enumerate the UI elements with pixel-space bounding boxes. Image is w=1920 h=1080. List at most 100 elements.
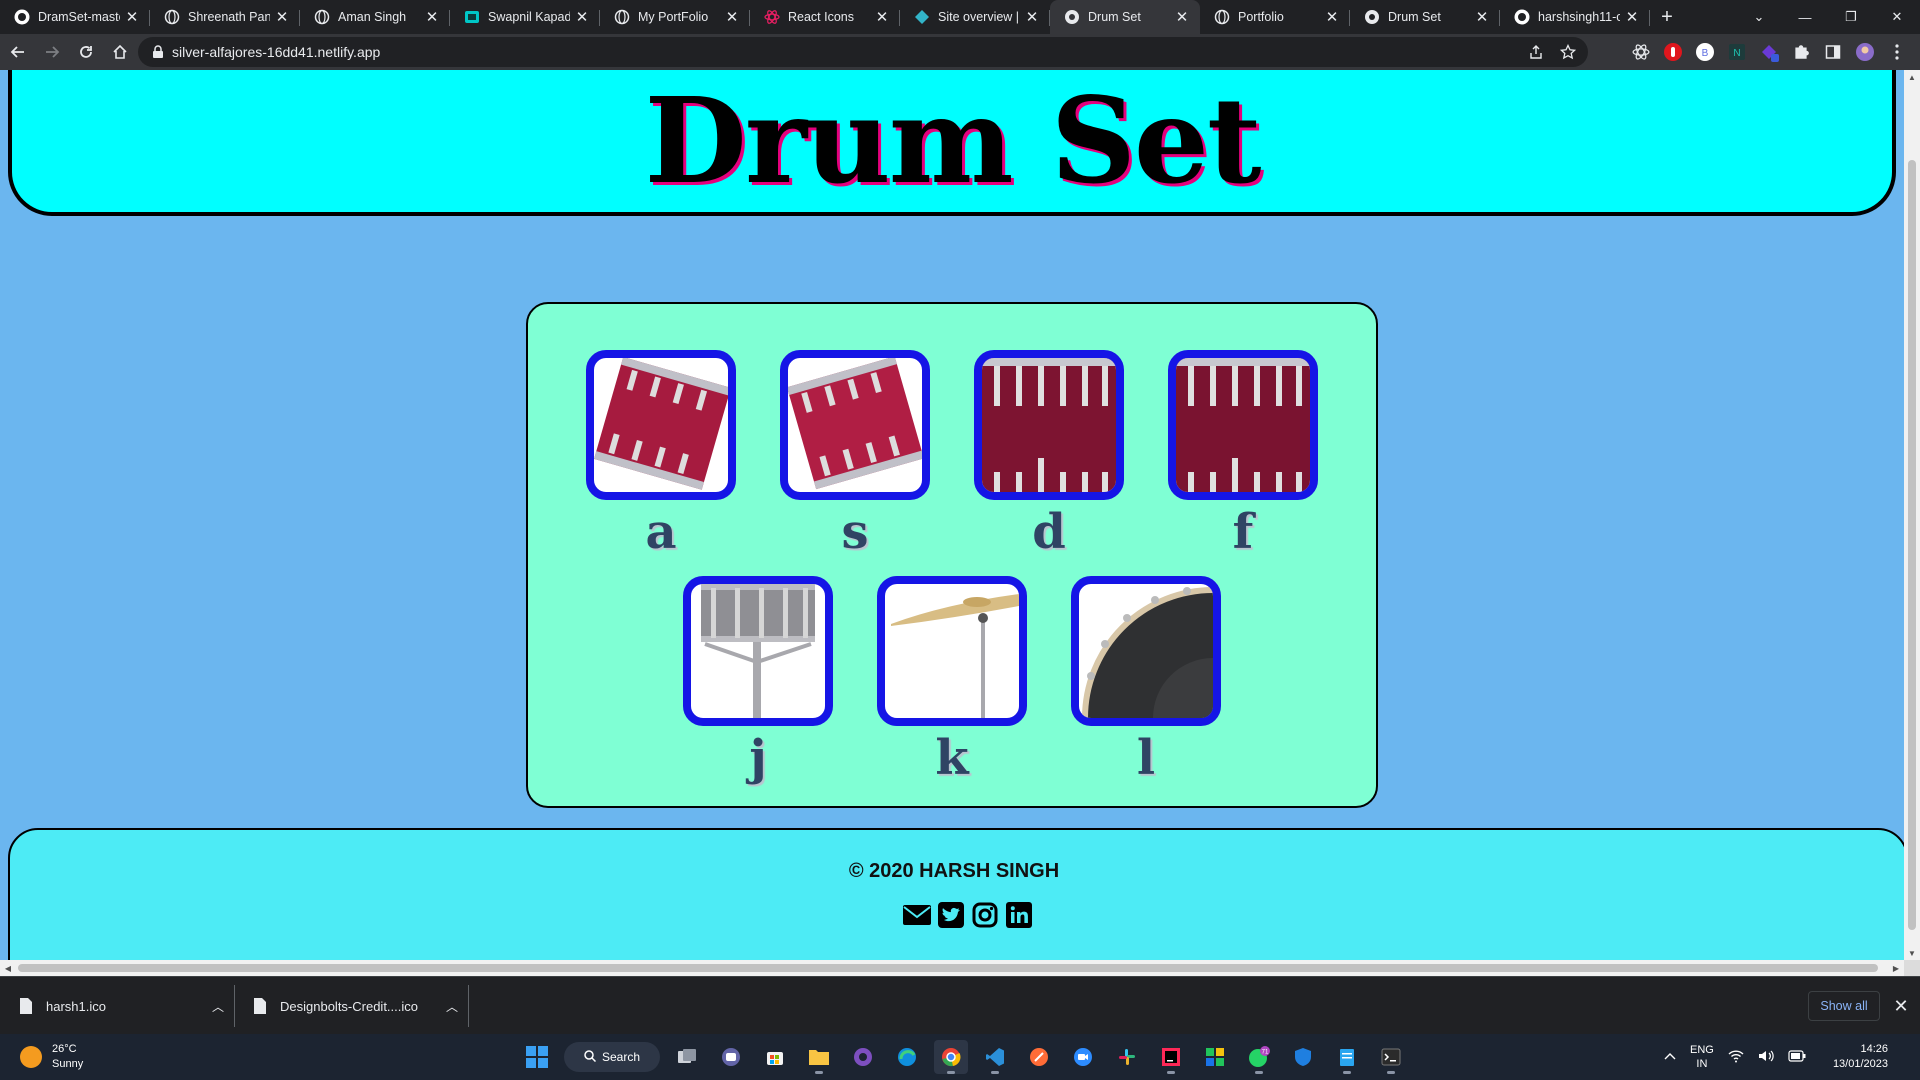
drum-pad-tom-2[interactable]: [780, 350, 930, 500]
chevron-up-icon[interactable]: ︿: [212, 998, 224, 1015]
tab-title: Aman Singh: [338, 10, 407, 24]
browser-tab[interactable]: Swapnil Kapadn ✕: [450, 0, 600, 34]
whatsapp-icon[interactable]: 71: [1242, 1040, 1276, 1074]
adblock-icon[interactable]: [1662, 41, 1684, 63]
scroll-left-icon[interactable]: ◀: [0, 960, 16, 976]
new-tab-button[interactable]: +: [1650, 0, 1684, 34]
close-downloads-icon[interactable]: ✕: [1888, 991, 1914, 1021]
show-all-button[interactable]: Show all: [1808, 991, 1880, 1021]
scrollbar-thumb[interactable]: [18, 964, 1878, 972]
profile-b-icon[interactable]: B: [1694, 41, 1716, 63]
download-item[interactable]: harsh1.ico ︿: [0, 977, 232, 1035]
download-item[interactable]: Designbolts-Credit....ico ︿: [234, 977, 466, 1035]
side-panel-icon[interactable]: [1822, 41, 1844, 63]
reload-icon[interactable]: [70, 36, 102, 68]
horizontal-scrollbar[interactable]: ◀ ▶: [0, 960, 1904, 976]
back-icon[interactable]: [2, 36, 34, 68]
close-tab-icon[interactable]: ✕: [1324, 9, 1340, 26]
drum-pad-kick-bass[interactable]: [1071, 576, 1221, 726]
browser-tab[interactable]: React Icons ✕: [750, 0, 900, 34]
close-tab-icon[interactable]: ✕: [724, 9, 740, 26]
volume-icon[interactable]: [1758, 1049, 1774, 1066]
clock-time: 14:26: [1860, 1043, 1888, 1055]
instagram-icon[interactable]: [970, 900, 1000, 930]
notepad-icon[interactable]: [1330, 1040, 1364, 1074]
notion-extension-icon[interactable]: N: [1726, 41, 1748, 63]
security-shield-icon[interactable]: [1286, 1040, 1320, 1074]
share-icon[interactable]: [1528, 44, 1544, 63]
scrollbar-thumb[interactable]: [1908, 160, 1916, 930]
mail-icon[interactable]: [902, 900, 932, 930]
windows-start-icon[interactable]: [520, 1040, 554, 1074]
browser-tab[interactable]: My PortFolio ✕: [600, 0, 750, 34]
drum-pad-crash[interactable]: [877, 576, 1027, 726]
battery-icon[interactable]: [1788, 1049, 1806, 1065]
tab-title: harshsingh11-c: [1538, 10, 1620, 24]
close-tab-icon[interactable]: ✕: [1024, 9, 1040, 26]
extensions-puzzle-icon[interactable]: [1790, 41, 1812, 63]
chevron-up-icon[interactable]: ︿: [446, 998, 458, 1015]
app-icon[interactable]: [1198, 1040, 1232, 1074]
browser-tab[interactable]: Drum Set ✕: [1350, 0, 1500, 34]
task-view-icon[interactable]: [670, 1040, 704, 1074]
browser-tab[interactable]: Shreenath Panchal ✕: [150, 0, 300, 34]
weather-widget[interactable]: 26°C Sunny: [20, 1042, 83, 1072]
browser-tab[interactable]: DramSet-master ✕: [0, 0, 150, 34]
address-bar[interactable]: silver-alfajores-16dd41.netlify.app: [138, 37, 1588, 67]
lock-icon[interactable]: [152, 45, 164, 59]
close-tab-icon[interactable]: ✕: [124, 9, 140, 26]
chevron-up-icon[interactable]: [1664, 1051, 1676, 1063]
taskbar-clock[interactable]: 14:26 13/01/2023: [1808, 1042, 1888, 1072]
close-tab-icon[interactable]: ✕: [1174, 9, 1190, 26]
zoom-icon[interactable]: [1066, 1040, 1100, 1074]
react-devtools-icon[interactable]: [1630, 41, 1652, 63]
close-tab-icon[interactable]: ✕: [874, 9, 890, 26]
drum-pad-snare[interactable]: [683, 576, 833, 726]
slack-icon[interactable]: [1110, 1040, 1144, 1074]
close-tab-icon[interactable]: ✕: [574, 9, 590, 26]
browser-menu-icon[interactable]: [1886, 41, 1908, 63]
scroll-right-icon[interactable]: ▶: [1888, 960, 1904, 976]
close-tab-icon[interactable]: ✕: [424, 9, 440, 26]
github-desktop-icon[interactable]: [846, 1040, 880, 1074]
vertical-scrollbar[interactable]: ▲ ▼: [1904, 70, 1920, 960]
close-tab-icon[interactable]: ✕: [274, 9, 290, 26]
close-tab-icon[interactable]: ✕: [1624, 9, 1640, 26]
linkedin-icon[interactable]: [1004, 900, 1034, 930]
teams-chat-icon[interactable]: [714, 1040, 748, 1074]
drum-pad-tom-3[interactable]: [974, 350, 1124, 500]
browser-tab[interactable]: Portfolio ✕: [1200, 0, 1350, 34]
taskbar-search[interactable]: Search: [564, 1042, 660, 1072]
scroll-down-icon[interactable]: ▼: [1904, 946, 1920, 960]
browser-tab[interactable]: Site overview | s ✕: [900, 0, 1050, 34]
close-tab-icon[interactable]: ✕: [1474, 9, 1490, 26]
forward-icon[interactable]: [36, 36, 68, 68]
microsoft-store-icon[interactable]: [758, 1040, 792, 1074]
edge-browser-icon[interactable]: [890, 1040, 924, 1074]
language-indicator[interactable]: ENG IN: [1690, 1043, 1714, 1071]
vscode-icon[interactable]: [978, 1040, 1012, 1074]
minimize-button[interactable]: —: [1782, 0, 1828, 34]
file-explorer-icon[interactable]: [802, 1040, 836, 1074]
portfolio-icon: [464, 9, 480, 25]
home-icon[interactable]: [104, 36, 136, 68]
tab-search-icon[interactable]: ⌄: [1736, 0, 1782, 34]
postman-icon[interactable]: [1022, 1040, 1056, 1074]
terminal-icon[interactable]: [1374, 1040, 1408, 1074]
drum-pad-tom-4[interactable]: [1168, 350, 1318, 500]
twitter-icon[interactable]: [936, 900, 966, 930]
scroll-up-icon[interactable]: ▲: [1904, 70, 1920, 84]
bookmark-star-icon[interactable]: [1559, 43, 1577, 63]
browser-tab[interactable]: harshsingh11-c ✕: [1500, 0, 1650, 34]
extension-badge-icon[interactable]: [1758, 41, 1780, 63]
profile-avatar[interactable]: [1854, 41, 1876, 63]
browser-tab[interactable]: Aman Singh ✕: [300, 0, 450, 34]
drum-pad-tom-1[interactable]: [586, 350, 736, 500]
restore-button[interactable]: ❐: [1828, 0, 1874, 34]
close-window-button[interactable]: ✕: [1874, 0, 1920, 34]
intellij-icon[interactable]: [1154, 1040, 1188, 1074]
wifi-icon[interactable]: [1728, 1049, 1744, 1066]
chrome-browser-icon[interactable]: [934, 1040, 968, 1074]
browser-tab-active[interactable]: Drum Set ✕: [1050, 0, 1200, 34]
key-label: l: [1136, 730, 1156, 786]
